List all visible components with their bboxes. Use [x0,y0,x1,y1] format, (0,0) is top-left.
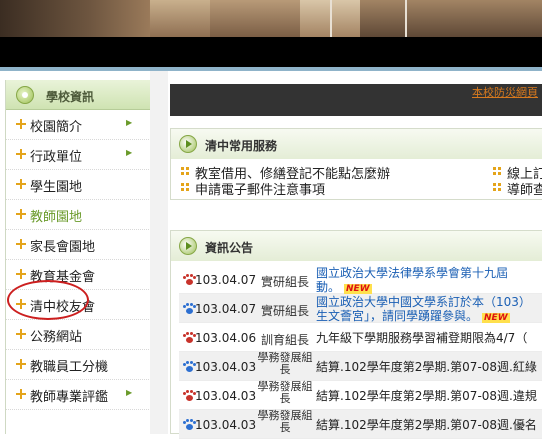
paw-icon [183,274,196,285]
news-title-line1: 結算.102學年度第2學期.第07-08週.優名 [316,418,537,432]
news-date: 103.04.06 [195,331,257,345]
news-row[interactable]: 103.04.03 學務發展組長 結算.102學年度第2學期.第07-08週.紅綠 [179,352,542,381]
news-row[interactable]: 103.04.03 學務發展組長 結算.102學年度第2學期.第07-08週.優名 [179,410,542,439]
play-circle-icon [179,237,197,255]
plus-icon [16,239,26,249]
sidebar-item[interactable]: 學生園地 [6,170,151,200]
paw-icon [183,419,196,430]
service-link[interactable]: 導師查 [493,179,542,198]
chevron-right-icon: ▶ [126,118,133,127]
plus-icon [16,389,26,399]
header-divider [0,67,542,71]
plus-icon [16,269,26,279]
news-row[interactable]: 103.04.06 訓育組長 九年級下學期服務學習補登期限為4/7（ [179,323,542,352]
paw-icon [183,361,196,372]
sidebar-item-label: 教師專業評鑑 [30,390,109,405]
news-title-line2: 動。 [316,280,341,294]
news-title: 資訊公告 [205,241,254,255]
news-title-link[interactable]: 結算.102學年度第2學期.第07-08週.違規 [316,389,542,403]
news-title-link[interactable]: 國立政治大學法律學系學會第十九屆 動。 NEW [316,266,542,296]
news-title-line1: 國立政治大學中國文學系訂於本（103） [316,295,531,309]
news-row[interactable]: 103.04.07 實研組長 國立政治大學中國文學系訂於本（103） 生文薈宮」，請同… [179,294,542,323]
column-gap [150,71,168,434]
bullet-squares-icon [181,183,189,191]
new-badge: NEW [482,313,510,323]
play-circle-icon [179,135,197,153]
news-title-link[interactable]: 結算.102學年度第2學期.第07-08週.紅綠 [316,360,542,374]
sidebar-item[interactable]: 行政單位 ▶ [6,140,151,170]
sidebar-item[interactable]: 教職員工分機 [6,350,151,380]
news-unit: 實研組長 [260,304,309,318]
service-link[interactable]: 申請電子郵件注意事項 [181,179,325,198]
news-title-line1: 結算.102學年度第2學期.第07-08週.紅綠 [316,360,537,374]
sidebar-item-label: 教師園地 [30,210,83,225]
chevron-right-icon: ▶ [126,148,133,157]
bullet-circle-icon [16,86,34,104]
sidebar-item[interactable]: 教師專業評鑑 ▶ [6,380,151,410]
sidebar-item-label: 家長會園地 [30,240,96,255]
sidebar: 學校資訊 校園簡介 ▶ 行政單位 ▶ 學生園地 教師園地 家長會園地 教育基金會 清中校友會 公務… [5,80,151,434]
service-label: 導師查 [507,183,542,198]
bullet-squares-icon [493,183,501,191]
bullet-squares-icon [181,167,189,175]
news-date: 103.04.03 [195,418,257,432]
news-title-line1: 結算.102學年度第2學期.第07-08週.違規 [316,389,537,403]
news-date: 103.04.03 [195,360,257,374]
sidebar-item-label: 教職員工分機 [30,360,109,375]
news-date: 103.04.03 [195,389,257,403]
news-date: 103.04.07 [195,302,257,316]
news-unit: 學務發展組長 [257,380,313,405]
header-banner-image [0,0,542,37]
news-row[interactable]: 103.04.07 實研組長 國立政治大學法律學系學會第十九屆 動。 NEW [179,265,542,294]
sidebar-item-label: 行政單位 [30,150,83,165]
paw-icon [183,303,196,314]
news-unit: 學務發展組長 [257,351,313,376]
news-unit: 實研組長 [260,275,309,289]
news-title-line1: 九年級下學期服務學習補登期限為4/7（ [316,331,528,345]
new-badge: NEW [344,284,372,294]
disaster-prevention-link[interactable]: 本校防災網頁 [472,84,538,100]
sidebar-title: 學校資訊 [46,90,95,104]
news-title-link[interactable]: 九年級下學期服務學習補登期限為4/7（ [316,331,542,345]
bullet-squares-icon [493,167,501,175]
service-label: 申請電子郵件注意事項 [195,183,326,198]
sidebar-item-label: 校園簡介 [30,120,83,135]
news-title-line2: 生文薈宮」，請同學踴躍參與。 [316,309,479,323]
highlight-circle [7,280,89,320]
news-panel-header: 資訊公告 [171,231,542,261]
plus-icon [16,149,26,159]
plus-icon [16,209,26,219]
news-unit: 學務發展組長 [257,409,313,434]
chevron-right-icon: ▶ [126,388,133,397]
header-dark-band [0,37,542,67]
news-title-link[interactable]: 國立政治大學中國文學系訂於本（103） 生文薈宮」，請同學踴躍參與。 NEW [316,295,542,325]
services-panel-header: 清中常用服務 [171,129,542,159]
news-title-link[interactable]: 結算.102學年度第2學期.第07-08週.優名 [316,418,542,432]
news-unit: 訓育組長 [260,333,309,347]
plus-icon [16,119,26,129]
sidebar-item-label: 學生園地 [30,180,83,195]
paw-icon [183,332,196,343]
news-date: 103.04.07 [195,273,257,287]
sidebar-item[interactable]: 教師園地 [6,200,151,230]
sidebar-item[interactable]: 校園簡介 ▶ [6,110,151,140]
news-title-line1: 國立政治大學法律學系學會第十九屆 [316,266,509,280]
services-title: 清中常用服務 [205,139,278,153]
paw-icon [183,390,196,401]
sidebar-item-label: 公務網站 [30,330,83,345]
services-panel: 清中常用服務 教室借用、修繕登記不能點怎麼辦 申請電子郵件注意事項 線上訂 導師查 [170,128,542,200]
sidebar-header: 學校資訊 [6,80,151,110]
news-row[interactable]: 103.04.03 學務發展組長 結算.102學年度第2學期.第07-08週.違規 [179,381,542,410]
plus-icon [16,359,26,369]
sidebar-item[interactable]: 公務網站 [6,320,151,350]
sidebar-item[interactable]: 家長會園地 [6,230,151,260]
plus-icon [16,329,26,339]
news-panel: 資訊公告 103.04.07 實研組長 國立政治大學法律學系學會第十九屆 動。 NEW 1… [170,230,542,439]
plus-icon [16,179,26,189]
